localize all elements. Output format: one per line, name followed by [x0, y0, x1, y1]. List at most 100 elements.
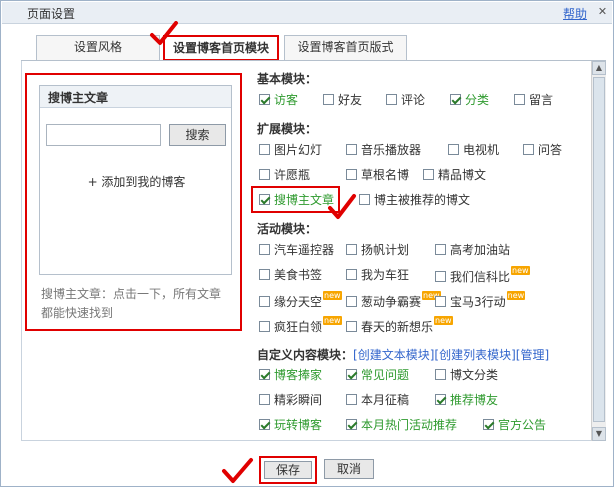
module-label: 扬帆计划 [361, 243, 410, 257]
checkbox[interactable] [346, 419, 357, 430]
module-label: 推荐博友 [450, 393, 499, 407]
module-featured-posts[interactable]: 精品博文 [423, 166, 486, 184]
checkbox[interactable] [346, 394, 357, 405]
tab-blog-home-layout[interactable]: 设置博客首页版式 [284, 35, 407, 60]
scroll-up-icon[interactable]: ▲ [592, 61, 606, 75]
create-text-module-link[interactable]: [创建文本模块] [353, 348, 434, 362]
module-tv[interactable]: 电视机 [448, 141, 499, 159]
module-sail-plan[interactable]: 扬帆计划 [346, 241, 409, 259]
checkbox[interactable] [259, 269, 270, 280]
module-blog-star[interactable]: 博客捧家 [259, 366, 322, 384]
module-bmw-3-action[interactable]: 宝马3行动 new [435, 291, 526, 309]
module-post-categories[interactable]: 博文分类 [435, 366, 498, 384]
module-faq[interactable]: 常见问题 [346, 366, 409, 384]
checkbox[interactable] [359, 194, 370, 205]
checkbox[interactable] [423, 169, 434, 180]
checkbox[interactable] [435, 369, 446, 380]
scrollbar-thumb[interactable] [593, 77, 605, 422]
checkbox[interactable] [259, 244, 270, 255]
checkbox[interactable] [386, 94, 397, 105]
checkbox[interactable] [514, 94, 525, 105]
checkbox[interactable] [259, 419, 270, 430]
module-label: 博客捧家 [274, 368, 323, 382]
checkbox[interactable] [323, 94, 334, 105]
preview-search-input[interactable] [46, 124, 161, 146]
module-we-believe-kobe[interactable]: 我们信科比 new [435, 266, 530, 284]
module-friends[interactable]: 好友 [323, 91, 362, 109]
checkbox[interactable] [259, 144, 270, 155]
module-label: 音乐播放器 [361, 143, 422, 157]
module-crazy-white-collar[interactable]: 疯狂白领 new [259, 316, 342, 334]
module-monthly-call[interactable]: 本月征稿 [346, 391, 409, 409]
check-mark-icon [150, 21, 178, 45]
module-label: 我们信科比 [450, 270, 511, 284]
module-qa[interactable]: 问答 [523, 141, 562, 159]
module-blog-tips[interactable]: 玩转博客 [259, 416, 322, 434]
module-onion-contest[interactable]: 葱动争霸赛 new [346, 291, 441, 309]
checkbox[interactable] [450, 94, 461, 105]
checkbox[interactable] [435, 271, 446, 282]
checkbox[interactable] [448, 144, 459, 155]
checkbox[interactable] [259, 369, 270, 380]
tab-blog-home-modules[interactable]: 设置博客首页模块 [163, 35, 279, 61]
module-label: 博文分类 [450, 368, 499, 382]
module-label: 留言 [529, 93, 554, 107]
add-to-my-blog-link[interactable]: + 添加到我的博客 [40, 173, 233, 190]
module-grassroots-bloggers[interactable]: 草根名博 [346, 166, 409, 184]
module-monthly-hot-events[interactable]: 本月热门活动推荐 [346, 416, 457, 434]
module-label: 好友 [338, 93, 363, 107]
scroll-down-icon[interactable]: ▼ [592, 427, 606, 441]
manage-modules-link[interactable]: [管理] [516, 348, 549, 362]
module-visitors[interactable]: 访客 [259, 91, 298, 109]
module-label: 电视机 [463, 143, 500, 157]
checkbox[interactable] [346, 369, 357, 380]
checkbox[interactable] [346, 269, 357, 280]
module-recommended-posts[interactable]: 博主被推荐的博文 [359, 191, 470, 209]
module-spring-new-fun[interactable]: 春天的新想乐 new [346, 316, 453, 334]
module-preview: 搜博主文章 搜索 + 添加到我的博客 搜博主文章：点击一下，所有文章都能快速找到 [25, 73, 242, 331]
checkbox[interactable] [259, 169, 270, 180]
checkbox[interactable] [435, 394, 446, 405]
module-categories[interactable]: 分类 [450, 91, 489, 109]
checkbox[interactable] [346, 321, 357, 332]
module-recommended-friends[interactable]: 推荐博友 [435, 391, 498, 409]
module-label: 高考加油站 [450, 243, 511, 257]
module-car-crazy[interactable]: 我为车狂 [346, 266, 409, 284]
preview-search-button[interactable]: 搜索 [169, 124, 226, 146]
checkbox[interactable] [259, 296, 270, 307]
checkbox[interactable] [259, 321, 270, 332]
checkbox[interactable] [435, 296, 446, 307]
module-highlights[interactable]: 精彩瞬间 [259, 391, 322, 409]
module-photo-slideshow[interactable]: 图片幻灯 [259, 141, 322, 159]
checkbox[interactable] [259, 94, 270, 105]
module-car-remote[interactable]: 汽车遥控器 [259, 241, 334, 259]
checkbox[interactable] [523, 144, 534, 155]
new-badge: new [323, 316, 342, 325]
scrollbar[interactable]: ▲ ▼ [591, 61, 606, 441]
close-icon[interactable]: ✕ [595, 4, 610, 19]
tab-style[interactable]: 设置风格 [36, 35, 160, 60]
module-label: 葱动争霸赛 [361, 295, 422, 309]
checkbox[interactable] [346, 169, 357, 180]
checkbox[interactable] [435, 244, 446, 255]
module-label: 本月热门活动推荐 [361, 418, 458, 432]
module-wishing-bottle[interactable]: 许愿瓶 [259, 166, 310, 184]
help-link[interactable]: 帮助 [563, 5, 587, 22]
module-label: 我为车狂 [361, 268, 410, 282]
module-destiny-sky[interactable]: 缘分天空 new [259, 291, 342, 309]
checkbox[interactable] [483, 419, 494, 430]
module-messages[interactable]: 留言 [514, 91, 553, 109]
checkbox[interactable] [346, 244, 357, 255]
checkbox[interactable] [259, 394, 270, 405]
cancel-button[interactable]: 取消 [324, 459, 374, 479]
create-list-module-link[interactable]: [创建列表模块] [434, 348, 515, 362]
section-title-activity: 活动模块： [257, 222, 318, 236]
module-exam-station[interactable]: 高考加油站 [435, 241, 510, 259]
module-comments[interactable]: 评论 [386, 91, 425, 109]
checkbox[interactable] [346, 296, 357, 307]
checkbox[interactable] [346, 144, 357, 155]
module-music-player[interactable]: 音乐播放器 [346, 141, 421, 159]
module-official-notice[interactable]: 官方公告 [483, 416, 546, 434]
save-button[interactable]: 保存 [264, 461, 312, 479]
module-food-bookmark[interactable]: 美食书签 [259, 266, 322, 284]
